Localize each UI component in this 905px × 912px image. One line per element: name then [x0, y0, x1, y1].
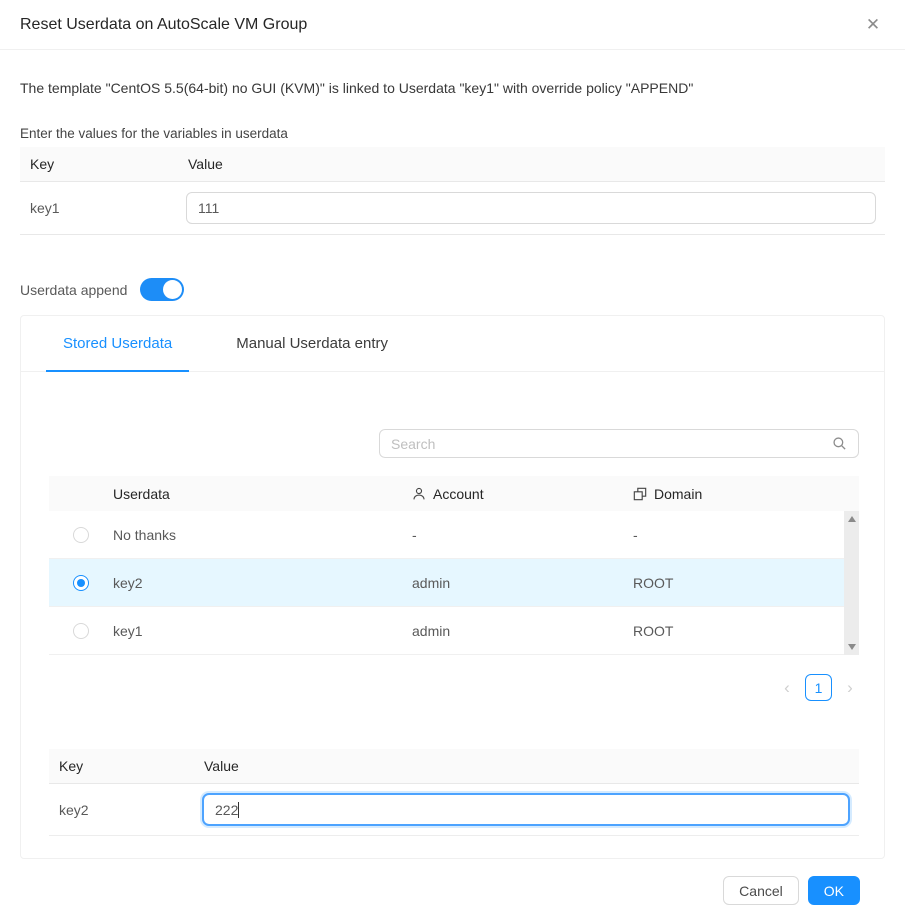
account-cell: - [412, 527, 633, 543]
tab-manual-userdata-entry[interactable]: Manual Userdata entry [219, 316, 405, 371]
table-row-key1[interactable]: key1 admin ROOT [49, 607, 859, 655]
modal-body: The template "CentOS 5.5(64-bit) no GUI … [0, 80, 905, 905]
domain-cell: - [633, 527, 859, 543]
account-cell: admin [412, 623, 633, 639]
scroll-up-icon[interactable] [848, 516, 856, 522]
cancel-button[interactable]: Cancel [723, 876, 799, 905]
page-1-button[interactable]: 1 [805, 674, 832, 701]
prev-page-icon[interactable]: ‹ [778, 675, 796, 701]
table-row: key2 [49, 784, 859, 836]
ok-button[interactable]: OK [808, 876, 860, 905]
table-row-no-thanks[interactable]: No thanks - - [49, 511, 859, 559]
selected-variables-header: Key Value [49, 749, 859, 784]
stored-userdata-table-header: Userdata Account [49, 476, 859, 511]
radio-no-thanks[interactable] [73, 527, 89, 543]
search-input[interactable] [391, 436, 832, 452]
value-column-header: Value [178, 156, 885, 172]
tab-stored-userdata[interactable]: Stored Userdata [46, 316, 189, 371]
table-scrollbar[interactable] [844, 511, 859, 655]
userdata-cell: No thanks [113, 527, 412, 543]
userdata-cell: key1 [113, 623, 412, 639]
search-icon[interactable] [832, 436, 847, 451]
stored-userdata-table: Userdata Account [49, 476, 859, 655]
stored-userdata-table-body: No thanks - - key2 admin ROOT key1 [49, 511, 859, 655]
modal-title: Reset Userdata on AutoScale VM Group [20, 16, 307, 34]
domain-column-header: Domain [633, 486, 859, 502]
radio-key1[interactable] [73, 623, 89, 639]
close-icon[interactable]: ✕ [857, 9, 889, 41]
text-caret [238, 802, 239, 818]
pagination: ‹ 1 › [49, 674, 859, 701]
table-row: key1 [20, 182, 885, 235]
table-row-key2[interactable]: key2 admin ROOT [49, 559, 859, 607]
userdata-append-label: Userdata append [20, 282, 127, 298]
domain-icon [633, 487, 647, 501]
variable-value-input[interactable] [186, 192, 876, 224]
radio-key2-selected[interactable] [73, 575, 89, 591]
domain-cell: ROOT [633, 623, 859, 639]
search-box [379, 429, 859, 458]
stored-userdata-panel: Userdata Account [21, 429, 884, 836]
userdata-append-row: Userdata append [20, 278, 885, 301]
selected-variable-value-input[interactable] [202, 793, 850, 826]
userdata-card: Stored Userdata Manual Userdata entry [20, 315, 885, 859]
selected-variable-key: key2 [49, 802, 194, 818]
account-column-header: Account [412, 486, 633, 502]
variables-table: Key Value key1 [20, 147, 885, 235]
userdata-append-toggle[interactable] [140, 278, 184, 301]
scroll-down-icon[interactable] [848, 644, 856, 650]
modal-footer: Cancel OK [20, 876, 885, 905]
reset-userdata-modal: Reset Userdata on AutoScale VM Group ✕ T… [0, 0, 905, 905]
variable-key: key1 [20, 200, 178, 216]
user-icon [412, 487, 426, 501]
modal-header: Reset Userdata on AutoScale VM Group ✕ [0, 0, 905, 50]
value-column-header: Value [194, 758, 859, 774]
next-page-icon[interactable]: › [841, 675, 859, 701]
key-column-header: Key [49, 758, 194, 774]
userdata-cell: key2 [113, 575, 412, 591]
toggle-knob [163, 280, 182, 299]
userdata-tabs: Stored Userdata Manual Userdata entry [21, 316, 884, 372]
account-cell: admin [412, 575, 633, 591]
key-column-header: Key [20, 156, 178, 172]
domain-cell: ROOT [633, 575, 859, 591]
selected-userdata-variables-table: Key Value key2 [49, 749, 859, 836]
template-link-description: The template "CentOS 5.5(64-bit) no GUI … [20, 80, 885, 96]
variables-instruction-label: Enter the values for the variables in us… [20, 126, 885, 141]
userdata-column-header: Userdata [113, 486, 412, 502]
variables-table-header: Key Value [20, 147, 885, 182]
